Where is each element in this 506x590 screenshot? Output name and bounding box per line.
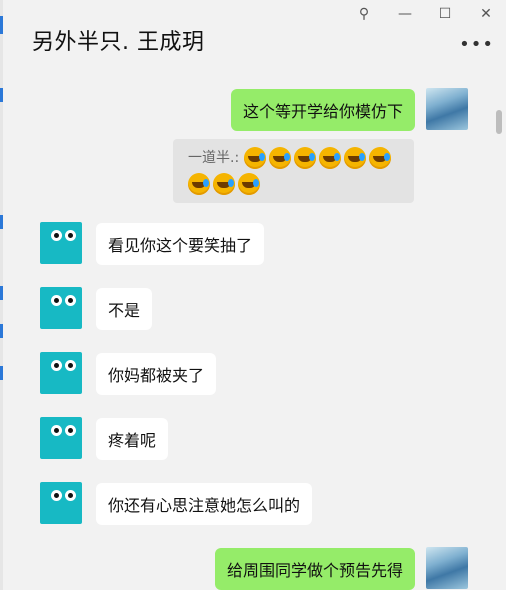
close-button[interactable]: ✕ <box>475 4 497 24</box>
strip-mark <box>0 324 3 338</box>
quote-content: 一道半.: <box>188 147 391 195</box>
laugh-cry-emoji-icon <box>188 173 210 195</box>
laugh-cry-emoji-icon <box>368 147 391 169</box>
emoji-row <box>243 147 391 169</box>
strip-mark <box>0 88 3 102</box>
strip-mark <box>0 366 3 380</box>
maximize-button[interactable]: ☐ <box>434 4 456 24</box>
left-edge-strip <box>0 0 3 590</box>
laugh-cry-emoji-icon <box>213 173 235 195</box>
friend-avatar[interactable] <box>40 222 82 264</box>
my-avatar[interactable] <box>426 547 468 589</box>
eye-icon <box>65 295 76 306</box>
more-icon[interactable]: ••• <box>459 34 494 55</box>
message-bubble-other[interactable]: 看见你这个要笑抽了 <box>96 223 265 265</box>
close-icon: ✕ <box>480 6 492 22</box>
friend-avatar[interactable] <box>40 352 82 394</box>
chat-header: 另外半只. 王成玥 ⚲ — ☐ ✕ ••• <box>3 0 506 80</box>
message-bubble-other[interactable]: 你妈都被夹了 <box>96 353 217 395</box>
eye-icon <box>65 360 76 371</box>
eye-icon <box>65 490 76 501</box>
friend-avatar[interactable] <box>40 287 82 329</box>
quoted-message[interactable]: 一道半.: <box>173 139 414 203</box>
strip-mark <box>0 286 3 300</box>
eye-icon <box>51 360 62 371</box>
eye-icon <box>51 425 62 436</box>
maximize-icon: ☐ <box>438 6 452 22</box>
laugh-cry-emoji-icon <box>238 173 260 195</box>
laugh-cry-emoji-icon <box>243 147 266 169</box>
quote-sender: 一道半.: <box>188 150 240 166</box>
eye-icon <box>65 230 76 241</box>
emoji-row <box>188 173 260 195</box>
minimize-icon: — <box>398 6 412 22</box>
laugh-cry-emoji-icon <box>318 147 341 169</box>
friend-avatar[interactable] <box>40 482 82 524</box>
message-bubble-me[interactable]: 给周围同学做个预告先得 <box>214 548 415 590</box>
eye-icon <box>51 295 62 306</box>
my-avatar[interactable] <box>426 88 468 130</box>
eye-icon <box>51 490 62 501</box>
laugh-cry-emoji-icon <box>343 147 366 169</box>
friend-avatar[interactable] <box>40 417 82 459</box>
message-bubble-me[interactable]: 这个等开学给你模仿下 <box>230 89 415 131</box>
scrollbar-thumb[interactable] <box>496 110 502 134</box>
eye-icon <box>65 425 76 436</box>
laugh-cry-emoji-icon <box>293 147 316 169</box>
minimize-button[interactable]: — <box>394 4 416 24</box>
pin-icon[interactable]: ⚲ <box>353 4 375 24</box>
message-bubble-other[interactable]: 疼着呢 <box>96 418 169 460</box>
strip-mark <box>0 215 3 229</box>
eye-icon <box>51 230 62 241</box>
chat-title: 另外半只. 王成玥 <box>32 30 205 55</box>
message-bubble-other[interactable]: 你还有心思注意她怎么叫的 <box>96 483 313 525</box>
laugh-cry-emoji-icon <box>268 147 291 169</box>
message-bubble-other[interactable]: 不是 <box>96 288 153 330</box>
